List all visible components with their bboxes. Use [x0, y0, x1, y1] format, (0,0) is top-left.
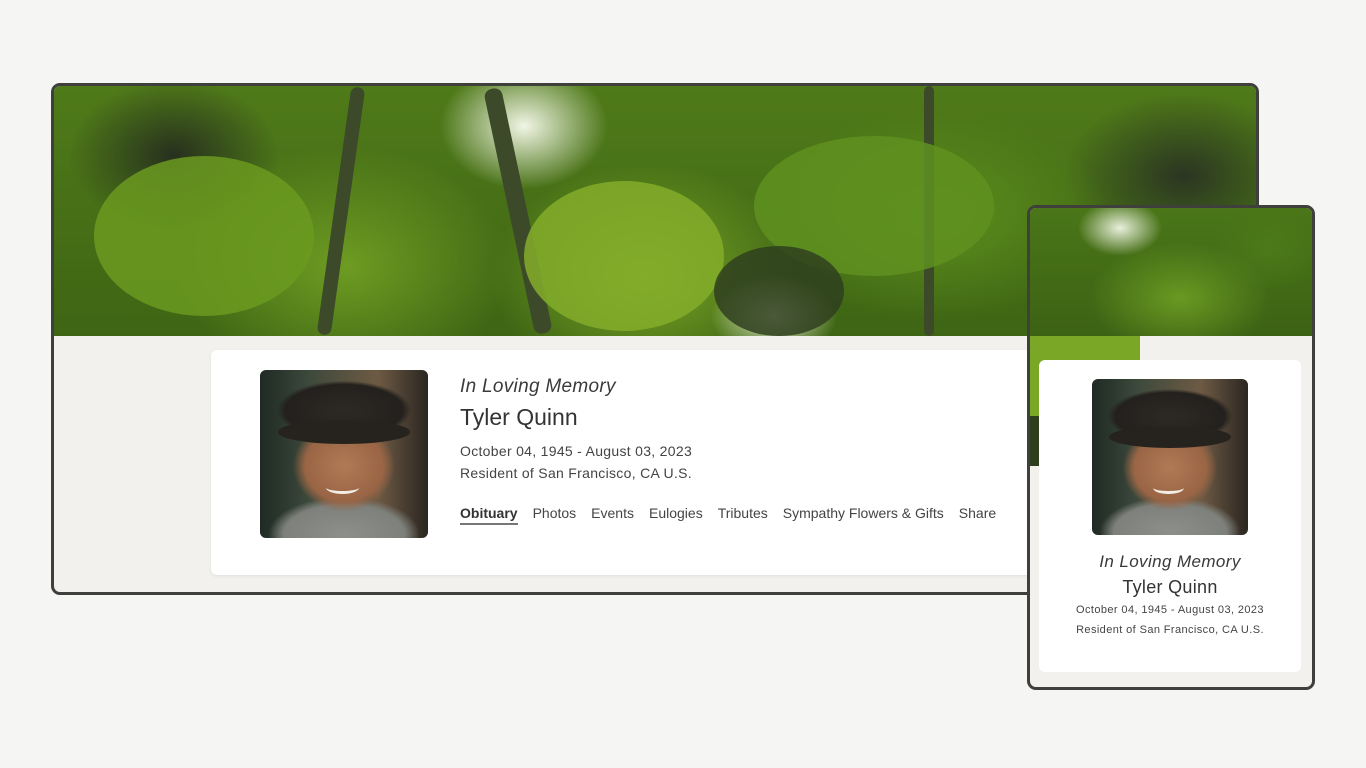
hat-shape [278, 420, 410, 444]
memorial-portrait-photo [260, 370, 428, 538]
residence: Resident of San Francisco, CA U.S. [460, 465, 692, 481]
tab-eulogies[interactable]: Eulogies [649, 505, 703, 525]
mobile-memorial-portrait-photo [1092, 379, 1248, 535]
mobile-life-dates: October 04, 1945 - August 03, 2023 [1076, 604, 1264, 616]
mobile-memorial-heading: In Loving Memory [1099, 552, 1241, 571]
leaf-stem [1030, 208, 1051, 336]
tab-sympathy-flowers-gifts[interactable]: Sympathy Flowers & Gifts [783, 505, 944, 525]
memorial-info: In Loving Memory Tyler Quinn October 04,… [460, 376, 692, 481]
hat-shape [1109, 425, 1231, 448]
memorial-tabs: Obituary Photos Events Eulogies Tributes… [460, 505, 996, 525]
smile-shape [325, 481, 360, 494]
leaf-stem [316, 86, 366, 336]
memorial-heading: In Loving Memory [460, 376, 616, 397]
life-dates: October 04, 1945 - August 03, 2023 [460, 443, 693, 459]
tab-tributes[interactable]: Tributes [718, 505, 768, 525]
deceased-name: Tyler Quinn [460, 404, 578, 430]
smile-shape [1152, 482, 1185, 495]
leaf-shape [94, 156, 314, 316]
mobile-memorial-card: In Loving Memory Tyler Quinn October 04,… [1039, 360, 1301, 672]
mobile-deceased-name: Tyler Quinn [1122, 577, 1218, 597]
mobile-preview-frame: In Loving Memory Tyler Quinn October 04,… [1027, 205, 1315, 690]
tab-events[interactable]: Events [591, 505, 634, 525]
leaf-shape [524, 181, 724, 331]
mobile-residence: Resident of San Francisco, CA U.S. [1076, 624, 1264, 636]
mobile-cover-photo-leaves [1030, 208, 1312, 466]
tab-photos[interactable]: Photos [533, 505, 577, 525]
leaf-shape [714, 246, 844, 336]
tab-obituary[interactable]: Obituary [460, 505, 518, 525]
tab-share[interactable]: Share [959, 505, 996, 525]
